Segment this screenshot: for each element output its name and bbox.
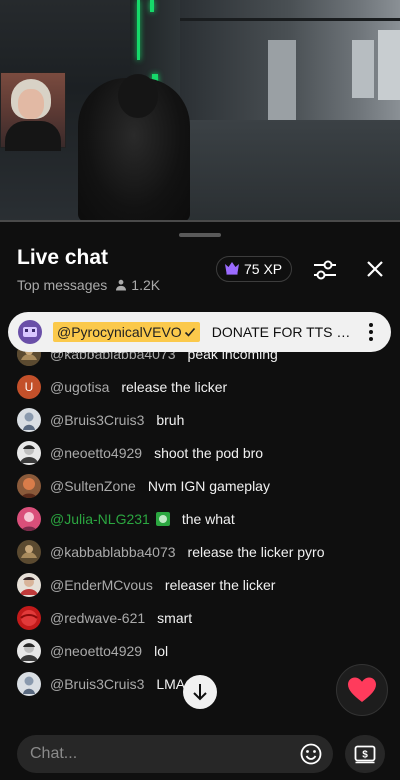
filter-button[interactable] xyxy=(310,255,340,285)
chat-message[interactable]: @neoetto4929 lol xyxy=(17,639,168,663)
message-text: releaser the licker xyxy=(164,577,276,593)
message-author[interactable]: @kabbablabba4073 xyxy=(50,544,176,560)
heart-icon xyxy=(348,677,376,702)
chat-message[interactable]: @kabbablabba4073 release the licker pyro xyxy=(17,540,325,564)
user-avatar xyxy=(17,408,41,432)
verified-check-icon xyxy=(184,327,195,337)
viewer-count: 1.2K xyxy=(131,277,161,293)
member-badge-icon xyxy=(155,512,170,526)
message-author[interactable]: @ugotisa xyxy=(50,379,109,395)
chat-message[interactable]: @EnderMCvous releaser the licker xyxy=(17,573,275,597)
video-pillar xyxy=(268,40,296,120)
message-author[interactable]: @redwave-621 xyxy=(50,610,145,626)
pinned-avatar xyxy=(18,320,42,344)
user-avatar xyxy=(17,507,41,531)
user-avatar xyxy=(17,441,41,465)
chat-title: Live chat xyxy=(17,246,109,269)
xp-label: 75 XP xyxy=(244,261,283,277)
close-button[interactable] xyxy=(361,255,389,283)
user-avatar xyxy=(17,573,41,597)
chat-subtitle: Top messages 1.2K xyxy=(17,277,160,293)
message-text: release the licker xyxy=(121,379,228,395)
crown-icon xyxy=(224,261,240,278)
close-icon xyxy=(367,261,383,277)
streamer-webcam xyxy=(0,72,66,151)
video-frame xyxy=(180,18,400,21)
message-author[interactable]: @Bruis3Cruis3 xyxy=(50,412,144,428)
chat-message[interactable]: @SultenZone Nvm IGN gameplay xyxy=(17,474,270,498)
video-floor xyxy=(160,120,400,222)
reaction-button[interactable] xyxy=(336,664,388,716)
more-options-button[interactable] xyxy=(361,320,381,344)
message-author[interactable]: @SultenZone xyxy=(50,478,136,494)
drag-handle[interactable] xyxy=(179,233,221,237)
message-text: shoot the pod bro xyxy=(154,445,264,461)
message-text: smart xyxy=(157,610,193,626)
person-icon xyxy=(115,279,127,291)
chat-message[interactable]: U @ugotisa release the licker xyxy=(17,375,227,399)
chat-mode-selector[interactable]: Top messages xyxy=(17,277,107,293)
chat-input[interactable] xyxy=(30,745,299,763)
svg-text:$: $ xyxy=(362,750,368,761)
message-author[interactable]: @neoetto4929 xyxy=(50,643,142,659)
emoji-icon xyxy=(300,743,322,765)
user-avatar xyxy=(17,639,41,663)
user-avatar xyxy=(17,540,41,564)
xp-button[interactable]: 75 XP xyxy=(216,256,293,282)
message-text: bruh xyxy=(156,412,185,428)
user-avatar xyxy=(17,474,41,498)
video-player[interactable] xyxy=(0,0,400,222)
user-avatar: U xyxy=(17,375,41,399)
live-chat-panel: Live chat Top messages 1.2K 75 XP @Pyroc… xyxy=(0,226,400,780)
message-author[interactable]: @EnderMCvous xyxy=(50,577,153,593)
filter-icon xyxy=(314,260,336,280)
video-pillar xyxy=(352,40,374,98)
scroll-to-bottom-button[interactable] xyxy=(183,675,217,709)
pinned-text: DONATE FOR TTS H... xyxy=(211,324,357,340)
video-neon xyxy=(150,0,154,12)
message-author[interactable]: @neoetto4929 xyxy=(50,445,142,461)
pinned-author[interactable]: @PyrocynicalVEVO xyxy=(53,322,200,342)
video-player-head xyxy=(118,74,158,118)
pinned-message[interactable]: @PyrocynicalVEVO DONATE FOR TTS H... xyxy=(8,312,391,352)
message-text: release the licker pyro xyxy=(187,544,325,560)
super-chat-button[interactable]: $ xyxy=(345,735,385,773)
chat-message[interactable]: @neoetto4929 shoot the pod bro xyxy=(17,441,263,465)
message-text: the what xyxy=(181,511,235,527)
video-pillar xyxy=(378,30,400,100)
video-progress-bar[interactable] xyxy=(0,220,400,222)
chat-message-list[interactable]: at this point. @kabbablabba4073 peak inc… xyxy=(0,340,400,726)
chat-message[interactable]: @Bruis3Cruis3 bruh xyxy=(17,408,184,432)
message-text: lol xyxy=(154,643,169,659)
message-author-member[interactable]: @Julia-NLG231 xyxy=(50,511,170,527)
chat-input-bar xyxy=(17,735,333,773)
super-chat-icon: $ xyxy=(354,745,376,764)
video-neon xyxy=(137,0,140,60)
chat-message[interactable]: @Julia-NLG231 the what xyxy=(17,507,235,531)
user-avatar xyxy=(17,672,41,696)
message-text: Nvm IGN gameplay xyxy=(147,478,270,494)
message-author[interactable]: @Bruis3Cruis3 xyxy=(50,676,144,692)
chat-message[interactable]: @redwave-621 smart xyxy=(17,606,192,630)
user-avatar xyxy=(17,606,41,630)
emoji-button[interactable] xyxy=(299,742,323,766)
arrow-down-icon xyxy=(193,684,207,701)
chat-message[interactable]: @Bruis3Cruis3 LMAO xyxy=(17,672,196,696)
